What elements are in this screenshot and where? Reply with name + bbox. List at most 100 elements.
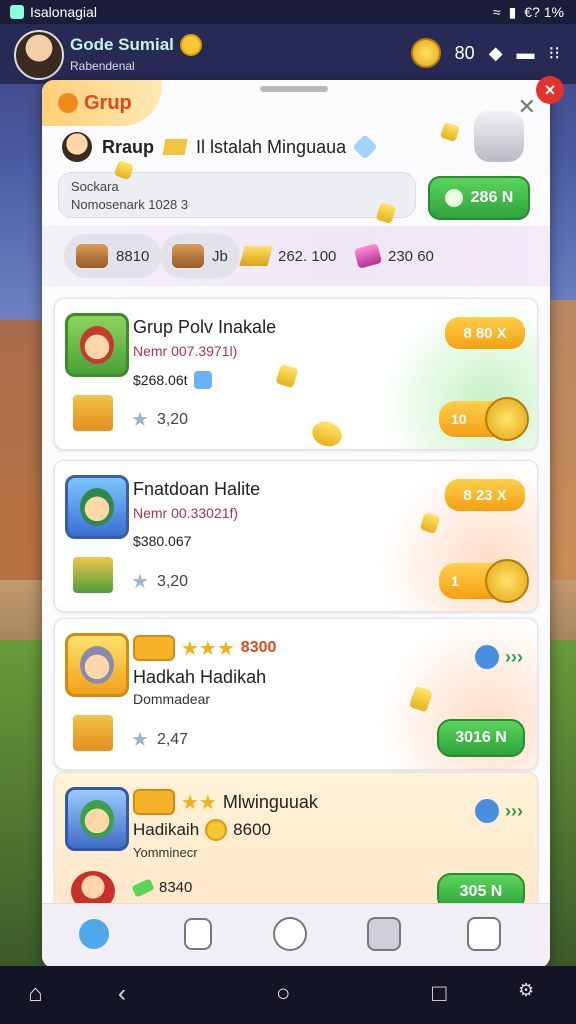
avatar-face xyxy=(80,488,114,526)
menu-dots-icon[interactable]: ⁝⁝ xyxy=(549,43,560,64)
circle-home-icon[interactable]: ○ xyxy=(276,980,291,1008)
search-line1: Sockara xyxy=(71,179,119,194)
chevrons-icon: ››› xyxy=(505,800,523,821)
robot-mascot-icon xyxy=(474,110,524,162)
top-bar: Gode Sumial Rabendenal 80 ◆ ▬ ⁝⁝ xyxy=(0,24,576,84)
avatar-face xyxy=(80,646,114,684)
reward-chip[interactable]: 10 xyxy=(439,397,529,441)
green-chip[interactable]: 3016 N xyxy=(437,719,525,757)
card-name: Nemr 007.3971l) xyxy=(133,343,238,359)
news-icon xyxy=(184,918,212,950)
character-face-icon xyxy=(62,132,92,162)
group-avatar xyxy=(65,633,129,697)
player-name: Gode Sumial xyxy=(70,35,174,54)
resource-gold[interactable]: 262. 100 xyxy=(239,234,336,278)
card-price: $380.067 xyxy=(133,533,191,549)
stars-value: 3,20 xyxy=(156,410,189,428)
panel-subheader: Rraup Il lstalah Minguaua xyxy=(62,132,378,162)
player-info: Gode Sumial Rabendenal xyxy=(70,34,202,73)
group-icon xyxy=(58,93,78,113)
tab-news[interactable] xyxy=(180,916,216,952)
price-text: 8340 xyxy=(159,879,193,896)
group-card[interactable]: ★★ Mlwinguuak Hadikaih 8600 Yomminecr 83… xyxy=(54,772,538,924)
wood-icon xyxy=(172,244,204,268)
join-chip[interactable]: 8 80 X xyxy=(445,317,525,349)
card-sub: Yomminecr xyxy=(133,845,198,860)
resource-row: 8810 Jb 262. 100 230 60 xyxy=(42,226,550,286)
tab-bar xyxy=(42,903,550,968)
gold-bar-icon xyxy=(162,139,188,155)
app-icon xyxy=(10,5,24,19)
chevrons-icon: ››› xyxy=(505,646,523,667)
star-icon: ★ xyxy=(131,409,149,431)
card-title: Mlwinguuak xyxy=(222,791,318,812)
tab-mailbox[interactable] xyxy=(366,916,402,952)
pink-gem-icon xyxy=(353,243,383,269)
share-button[interactable]: ››› xyxy=(475,799,523,823)
resource-value: Jb xyxy=(212,247,228,265)
coin-balance-icon[interactable] xyxy=(410,38,441,68)
card-name: Nemr 00.33021f) xyxy=(133,505,239,521)
search-line2: Nomosenark 1028 3 xyxy=(71,197,189,212)
group-avatar xyxy=(65,787,129,851)
square-recents-icon[interactable]: □ xyxy=(432,980,447,1008)
settings-icon xyxy=(79,919,109,949)
reward-chip[interactable]: 1 xyxy=(439,559,529,603)
status-right-text: €? 1% xyxy=(524,4,564,20)
signal-icon: ▮ xyxy=(508,3,517,20)
avatar-face xyxy=(80,326,114,364)
share-button[interactable]: ››› xyxy=(475,645,523,669)
reward-text: 10 xyxy=(451,411,467,427)
gift-box-icon xyxy=(73,557,113,593)
chat-bubble-icon[interactable]: ◆ xyxy=(489,43,503,64)
gear-icon[interactable]: ⚙ xyxy=(518,980,534,1001)
stars-value: 2,47 xyxy=(156,730,189,748)
system-nav-bar: ⌂ ‹ ○ □ ⚙ xyxy=(0,966,576,1024)
tab-chat[interactable] xyxy=(272,916,308,952)
status-app-name: Isalonagial xyxy=(30,4,97,20)
wood-crate-icon[interactable]: ▬ xyxy=(517,43,535,64)
close-button[interactable]: × xyxy=(536,76,564,104)
badge-row: ★★ Mlwinguuak xyxy=(133,789,318,815)
resource-wood[interactable]: 8810 xyxy=(64,234,162,278)
card-price: $268.06t xyxy=(133,371,212,389)
group-panel: Grup ✕ Rraup Il lstalah Minguaua Sockara… xyxy=(42,80,550,968)
badge-icon xyxy=(133,789,175,815)
card-stars: ★ 3,20 xyxy=(131,407,188,432)
card-title: Hadkah Hadikah xyxy=(133,667,267,687)
player-avatar[interactable] xyxy=(14,30,64,80)
back-icon[interactable]: ‹ xyxy=(118,980,126,1008)
gift-box-icon xyxy=(73,395,113,431)
avatar-face xyxy=(80,800,114,838)
group-card[interactable]: ★★★ 8300 Hadkah Hadikah Dommadear ★ 2,47 … xyxy=(54,618,538,770)
card-name: Hadikaih xyxy=(133,820,200,839)
group-card[interactable]: Fnatdoan Halite Nemr 00.33021f) $380.067… xyxy=(54,460,538,612)
sub-title-a: Rraup xyxy=(102,136,155,157)
join-chip[interactable]: 8 23 X xyxy=(445,479,525,511)
card-stars: ★ 2,47 xyxy=(131,727,188,752)
share-icon xyxy=(467,917,501,951)
share-icon xyxy=(475,645,500,669)
resource-wood-2[interactable]: Jb xyxy=(160,234,240,278)
home-icon[interactable]: ⌂ xyxy=(28,980,43,1008)
group-avatar xyxy=(65,313,129,377)
badge-icon xyxy=(133,635,175,661)
card-title: Fnatdoan Halite xyxy=(133,479,261,499)
coin-icon xyxy=(485,559,529,603)
gold-stars-icon: ★★★ xyxy=(181,637,235,660)
badge-row: ★★★ 8300 xyxy=(133,635,276,661)
chat-icon xyxy=(273,917,307,951)
drag-handle[interactable] xyxy=(260,86,328,92)
tab-share[interactable] xyxy=(466,916,502,952)
green-action-button[interactable]: 286 N xyxy=(428,176,530,220)
star-icon: ★ xyxy=(131,729,149,751)
gold-bar-icon xyxy=(239,246,273,266)
floating-gold-icon xyxy=(439,121,461,143)
star-icon: ★ xyxy=(131,571,149,593)
price-text: $380.067 xyxy=(133,533,192,549)
gem-icon xyxy=(352,134,378,160)
tab-settings[interactable] xyxy=(76,916,112,952)
resource-gem[interactable]: 230 60 xyxy=(353,234,434,278)
search-field[interactable]: Sockara Nomosenark 1028 3 xyxy=(58,172,416,218)
mailbox-icon xyxy=(367,917,401,951)
